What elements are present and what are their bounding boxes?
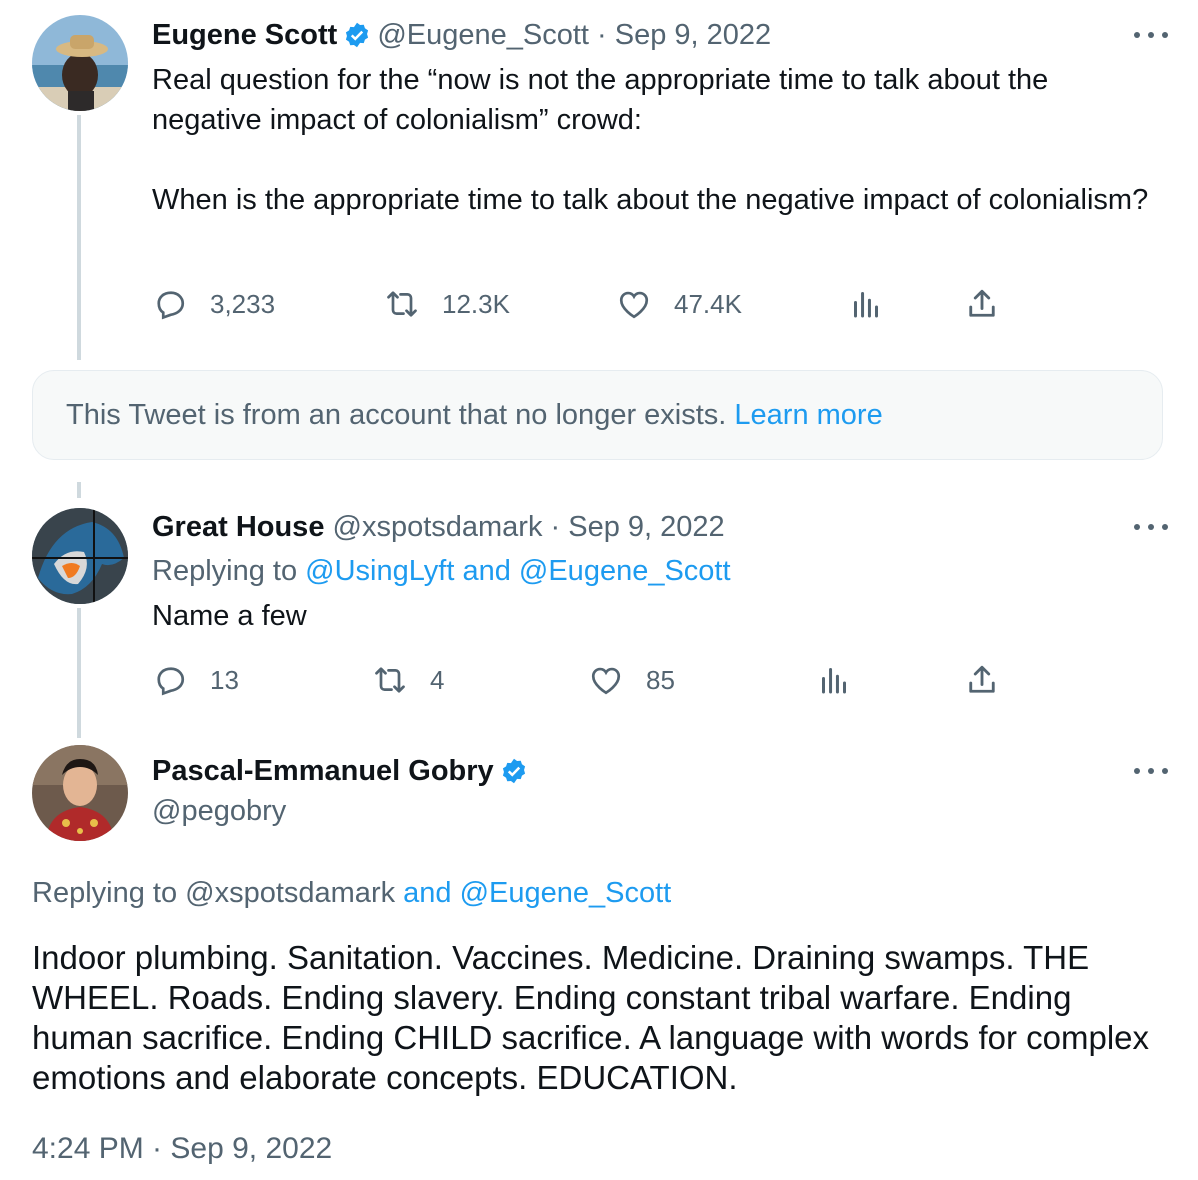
author-handle[interactable]: @Eugene_Scott: [377, 19, 589, 51]
views-button[interactable]: [848, 284, 884, 324]
tweet-header: Eugene Scott @Eugene_Scott · Sep 9, 2022: [152, 17, 771, 58]
tweet-text: Name a few: [152, 600, 307, 632]
retweet-icon: [375, 667, 405, 693]
reply-button[interactable]: 13: [152, 660, 239, 700]
reply-icon: [157, 667, 185, 696]
retweet-icon: [387, 291, 417, 317]
replying-to: Replying to @xspotsdamark and @Eugene_Sc…: [32, 877, 672, 909]
avatar[interactable]: [32, 508, 128, 604]
like-count: 47.4K: [674, 288, 742, 319]
notice-text: This Tweet is from an account that no lo…: [66, 399, 735, 431]
author-handle[interactable]: @pegobry: [152, 795, 286, 827]
unavailable-tweet-notice: This Tweet is from an account that no lo…: [32, 370, 1163, 460]
tweet-date[interactable]: Sep 9, 2022: [568, 511, 724, 543]
replying-to-links[interactable]: and @Eugene_Scott: [403, 877, 671, 909]
more-icon[interactable]: [1134, 25, 1168, 45]
views-button[interactable]: [816, 660, 852, 700]
share-icon: [969, 289, 995, 317]
reply-count: 3,233: [210, 288, 276, 319]
retweet-count: 12.3K: [442, 288, 510, 319]
avatar[interactable]: [32, 745, 128, 841]
reply-icon: [157, 291, 185, 320]
thread-line: [77, 608, 81, 738]
tweet-text: Real question for the “now is not the ap…: [152, 64, 1149, 216]
replying-to-links[interactable]: @UsingLyft and @Eugene_Scott: [305, 555, 730, 587]
like-icon: [619, 291, 649, 319]
tweet-header: Great House @xspotsdamark · Sep 9, 2022: [152, 511, 725, 543]
tweet-timestamp[interactable]: 4:24 PM · Sep 9, 2022: [32, 1130, 332, 1168]
author-handle[interactable]: @xspotsdamark: [333, 511, 543, 543]
retweet-button[interactable]: 4: [372, 660, 444, 700]
like-icon: [591, 667, 621, 695]
share-icon: [969, 665, 995, 693]
reply-count: 13: [210, 664, 239, 695]
author-name[interactable]: Pascal-Emmanuel Gobry: [152, 755, 494, 787]
share-button[interactable]: [964, 284, 1000, 324]
share-button[interactable]: [964, 660, 1000, 700]
thread-line: [77, 115, 81, 360]
author-name[interactable]: Great House: [152, 511, 324, 543]
views-icon: [822, 668, 846, 694]
verified-badge-icon: [500, 757, 528, 794]
verified-badge-icon: [343, 21, 371, 58]
learn-more-link[interactable]: Learn more: [734, 399, 882, 431]
like-button[interactable]: 47.4K: [616, 284, 742, 324]
tweet-actions: 3,233 12.3K 47.4K: [152, 284, 1022, 324]
like-button[interactable]: 85: [588, 660, 675, 700]
retweet-button[interactable]: 12.3K: [384, 284, 510, 324]
views-icon: [854, 292, 878, 318]
like-count: 85: [646, 664, 675, 695]
tweet-date[interactable]: Sep 9, 2022: [615, 19, 771, 51]
author-name-row: Pascal-Emmanuel Gobry: [152, 753, 534, 794]
author-handle-row: @pegobry: [152, 793, 286, 829]
more-icon[interactable]: [1134, 517, 1168, 537]
more-icon[interactable]: [1134, 761, 1168, 781]
tweet-actions: 13 4 85: [152, 660, 1022, 700]
avatar[interactable]: [32, 15, 128, 111]
retweet-count: 4: [430, 664, 445, 695]
thread-line: [77, 482, 81, 498]
author-name[interactable]: Eugene Scott: [152, 19, 337, 51]
reply-button[interactable]: 3,233: [152, 284, 275, 324]
main-tweet-text: Indoor plumbing. Sanitation. Vaccines. M…: [32, 939, 1150, 1096]
replying-to: Replying to @UsingLyft and @Eugene_Scott: [152, 555, 731, 587]
